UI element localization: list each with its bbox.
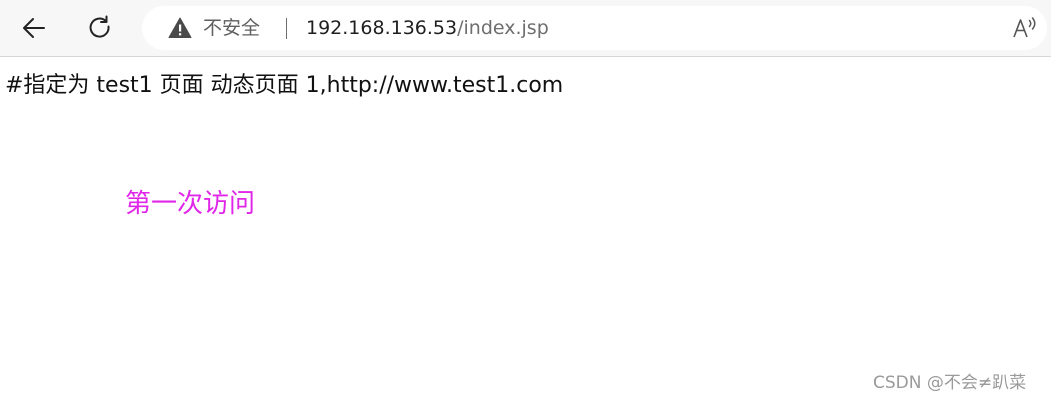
address-bar[interactable]: 不安全 192.168.136.53/index.jsp xyxy=(142,6,1047,50)
back-arrow-icon xyxy=(23,18,45,38)
page-content: #指定为 test1 页面 动态页面 1,http://www.test1.co… xyxy=(0,57,1051,402)
back-button[interactable] xyxy=(16,10,52,46)
visit-count-text: 第一次访问 xyxy=(125,189,256,219)
read-aloud-icon[interactable] xyxy=(1012,16,1038,40)
page-heading-text: #指定为 test1 页面 动态页面 1,http://www.test1.co… xyxy=(5,73,564,98)
security-status-label[interactable]: 不安全 xyxy=(203,16,260,40)
address-separator xyxy=(286,18,287,39)
reload-button[interactable] xyxy=(82,10,118,46)
url-field[interactable]: 192.168.136.53/index.jsp xyxy=(306,16,549,40)
warning-triangle-icon[interactable] xyxy=(168,16,192,40)
url-path: /index.jsp xyxy=(457,17,549,39)
csdn-watermark: CSDN @不会≠趴菜 xyxy=(873,373,1027,393)
reload-icon xyxy=(89,15,110,38)
browser-toolbar: 不安全 192.168.136.53/index.jsp xyxy=(0,0,1051,57)
url-host: 192.168.136.53 xyxy=(306,17,458,39)
